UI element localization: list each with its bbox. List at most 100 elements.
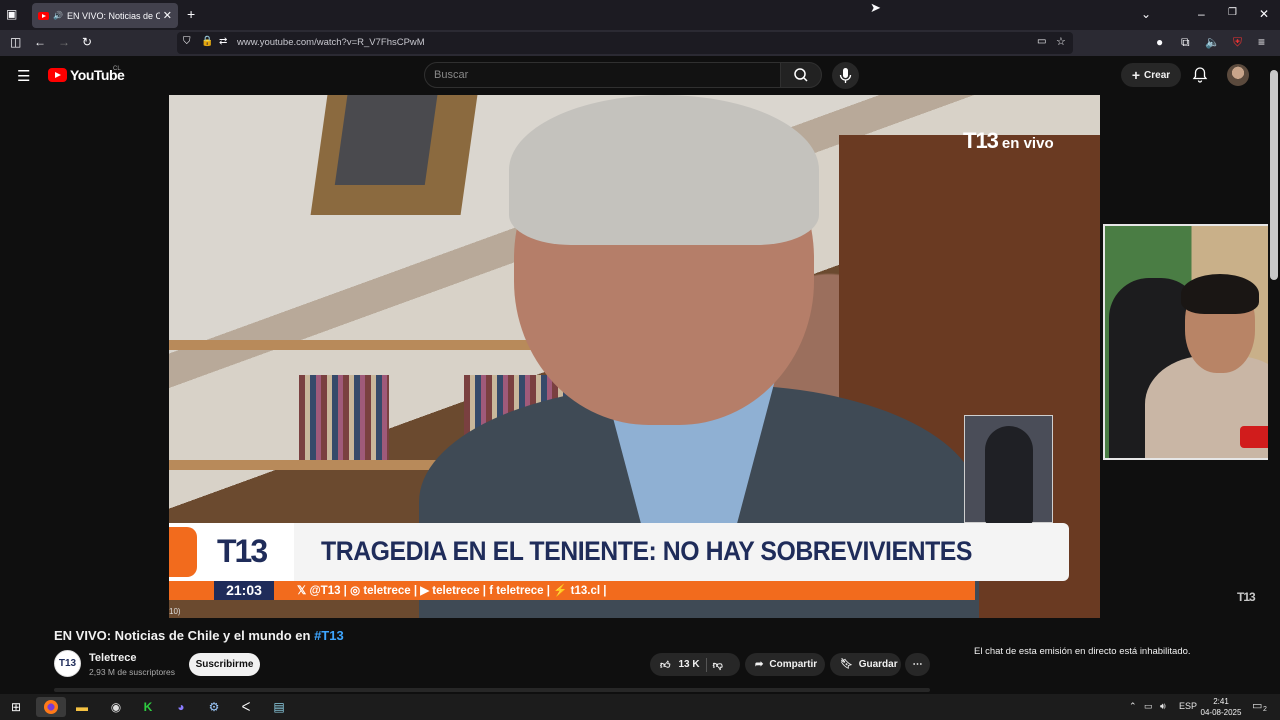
interpreter-figure xyxy=(985,426,1033,524)
like-dislike-group: 👍︎ 13 K 👎︎ xyxy=(650,653,740,676)
create-label: Crear xyxy=(1144,69,1171,81)
forward-icon[interactable]: → xyxy=(58,35,70,49)
video-title: EN VIVO: Noticias de Chile y el mundo en… xyxy=(54,628,344,643)
mouse-cursor-icon: ➤ xyxy=(870,0,881,15)
bookmark-star-icon[interactable]: ☆ xyxy=(1056,35,1066,48)
shield-icon[interactable]: ⛉ xyxy=(183,36,191,47)
show-hidden-icons-icon[interactable]: ⌃ xyxy=(1129,701,1137,712)
back-icon[interactable]: ← xyxy=(34,35,46,49)
system-clock[interactable]: 2:41 04-08-2025 xyxy=(1200,696,1242,718)
scrollbar-thumb[interactable] xyxy=(1270,70,1278,280)
kick-icon[interactable]: K xyxy=(136,697,160,717)
tab-list-icon[interactable]: ▣ xyxy=(6,7,17,21)
voice-search-button[interactable] xyxy=(832,62,859,89)
news-ticker: 21:03 𝕏 @T13 | ◎ teletrece | ▶ teletrece… xyxy=(169,581,975,600)
more-actions-button[interactable]: ⋯ xyxy=(905,653,930,676)
youtube-header: ☰ YouTube CL + Crear xyxy=(0,56,1280,95)
channel-name[interactable]: Teletrece xyxy=(89,652,137,664)
volume-icon[interactable]: 🔈 xyxy=(1205,35,1220,49)
minimize-icon[interactable]: – xyxy=(1198,7,1205,21)
create-button[interactable]: + Crear xyxy=(1121,63,1181,87)
video-player[interactable]: T13 en vivo T13 TRAGEDIA EN EL TENIENTE: … xyxy=(169,95,1100,618)
new-tab-icon[interactable]: + xyxy=(187,6,195,22)
page-scrollbar[interactable] xyxy=(1268,56,1280,696)
ublock-icon[interactable]: ⛨ xyxy=(1233,35,1242,50)
close-tab-icon[interactable]: ✕ xyxy=(163,9,172,22)
corner-watermark: T13 xyxy=(1237,590,1256,604)
lower-third-badge: T13 xyxy=(169,523,294,581)
youtube-favicon-icon xyxy=(38,11,49,20)
browser-tab-active[interactable]: 🔊 EN VIVO: Noticias de Chile ✕ xyxy=(32,3,178,28)
sign-language-interpreter xyxy=(964,415,1053,524)
video-scene-person-hair xyxy=(509,95,819,245)
user-avatar[interactable] xyxy=(1227,64,1249,86)
windows-start-icon[interactable]: ⊞ xyxy=(4,697,28,717)
save-label: Guardar xyxy=(858,659,898,670)
lock-icon[interactable]: 🔒 xyxy=(201,36,213,47)
discord-icon[interactable]: ◕ xyxy=(169,697,193,717)
live-label: en vivo xyxy=(1001,135,1054,152)
search-box[interactable] xyxy=(424,62,781,88)
firefox-taskbar-icon[interactable] xyxy=(36,697,66,717)
language-indicator[interactable]: ESP xyxy=(1179,701,1197,711)
subscribe-button[interactable]: Suscribirme xyxy=(189,653,260,676)
like-count: 13 K xyxy=(678,659,700,670)
reload-icon[interactable]: ↻ xyxy=(82,35,92,49)
browser-nav-bar: ◫ ← → ↻ ⛉ 🔒 ⇄ www.youtube.com/watch?v=R_… xyxy=(0,30,1280,56)
share-button[interactable]: ➦ Compartir xyxy=(745,653,825,676)
steam-icon[interactable]: ⚙ xyxy=(202,697,226,717)
orange-accent xyxy=(169,527,197,577)
sidebar-toggle-icon[interactable]: ◫ xyxy=(10,35,21,49)
url-bar[interactable]: ⛉ 🔒 ⇄ www.youtube.com/watch?v=R_V7FhsCPw… xyxy=(177,32,1073,54)
youtube-logo-icon[interactable] xyxy=(48,68,67,82)
video-title-text: EN VIVO: Noticias de Chile y el mundo en xyxy=(54,628,315,643)
below-video-divider xyxy=(54,688,930,692)
ticker-time: 21:03 xyxy=(214,581,274,600)
notepad-icon[interactable]: ▤ xyxy=(267,697,291,717)
news-headline: TRAGEDIA EN EL TENIENTE: NO HAY SOBREVIV… xyxy=(321,536,973,566)
save-button[interactable]: 🔖︎ Guardar xyxy=(830,653,901,676)
streamer-hair xyxy=(1181,274,1259,314)
lower-third-logo: T13 xyxy=(217,533,268,569)
dislike-button[interactable]: 👎︎ xyxy=(713,659,723,671)
extensions-icon[interactable]: ⧉ xyxy=(1181,35,1190,50)
file-explorer-icon[interactable]: ▬ xyxy=(70,697,94,717)
account-icon[interactable]: ● xyxy=(1156,35,1163,49)
tab-title: EN VIVO: Noticias de Chile xyxy=(66,10,160,21)
permissions-icon[interactable]: ⇄ xyxy=(219,36,227,47)
speaker-icon[interactable]: 🔊 xyxy=(53,11,63,20)
chevron-down-icon[interactable]: ⌄ xyxy=(1141,7,1151,21)
microphone-icon xyxy=(839,68,852,83)
plus-icon: + xyxy=(1131,67,1141,83)
notification-center-icon[interactable]: ▭ xyxy=(1252,699,1262,712)
hashtag-link[interactable]: #T13 xyxy=(314,628,344,643)
video-scene-skylight xyxy=(310,95,478,215)
clock-time: 2:41 xyxy=(1213,697,1229,706)
search-input[interactable] xyxy=(434,69,764,81)
like-button[interactable]: 👍︎ 13 K xyxy=(660,659,700,671)
volume-tray-icon[interactable]: 🔊︎ xyxy=(1160,701,1166,712)
video-scene-books xyxy=(299,375,389,460)
divider xyxy=(705,657,707,672)
channel-avatar[interactable]: T13 xyxy=(54,650,81,677)
menu-icon[interactable]: ≡ xyxy=(1258,35,1265,49)
share-label: Compartir xyxy=(769,659,818,670)
network-icon[interactable]: ▭ xyxy=(1144,701,1153,712)
ticker-social-handles: 𝕏 @T13 | ◎ teletrece | ▶ teletrece | f t… xyxy=(297,585,607,597)
restore-icon[interactable]: ❐ xyxy=(1228,7,1237,18)
hamburger-menu-icon[interactable]: ☰ xyxy=(17,67,30,85)
chat-disabled-message: El chat de esta emisión en directo está … xyxy=(974,646,1191,657)
search-button[interactable] xyxy=(780,62,822,88)
notifications-bell-icon[interactable] xyxy=(1191,66,1209,84)
country-code: CL xyxy=(113,66,121,72)
app-icon[interactable]: ᐸ xyxy=(234,697,258,717)
t13-live-logo: T13 xyxy=(963,128,999,153)
close-window-icon[interactable]: ✕ xyxy=(1259,7,1269,21)
url-text[interactable]: www.youtube.com/watch?v=R_V7FhsCPwM xyxy=(237,37,425,48)
subscriber-count: 2,93 M de suscriptores xyxy=(89,667,175,677)
thumbs-down-icon: 👎︎ xyxy=(712,659,723,671)
thumbs-up-icon: 👍︎ xyxy=(660,659,671,671)
pip-icon[interactable]: ▭ xyxy=(1037,36,1046,47)
notification-count: 2 xyxy=(1263,706,1267,713)
obs-icon[interactable]: ◉ xyxy=(104,697,128,717)
